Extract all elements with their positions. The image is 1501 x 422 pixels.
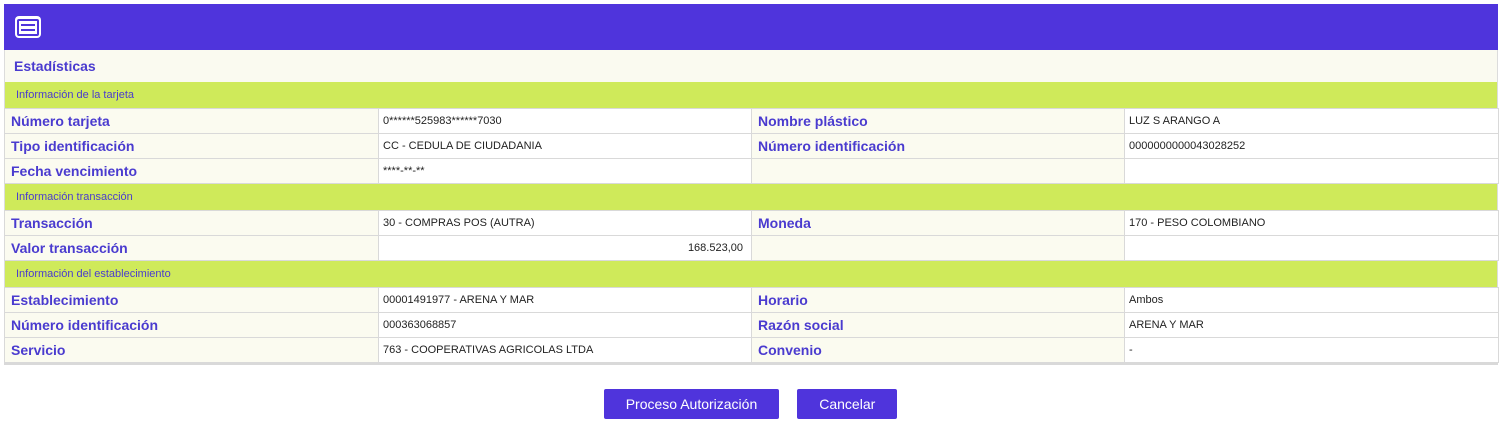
label-service: Servicio	[4, 337, 379, 363]
value-id-number: 0000000000043028252	[1124, 133, 1499, 159]
page-title-row: Estadísticas	[4, 50, 1498, 82]
table-row: Valor transacción 168.523,00	[4, 235, 1499, 261]
value-transaction: 30 - COMPRAS POS (AUTRA)	[378, 210, 752, 236]
table-row: Servicio 763 - COOPERATIVAS AGRICOLAS LT…	[4, 337, 1499, 363]
establishment-info-table: Establecimiento 00001491977 - ARENA Y MA…	[4, 287, 1499, 363]
empty-value-cell	[1124, 235, 1499, 261]
authorize-process-button[interactable]: Proceso Autorización	[603, 389, 780, 419]
label-expiry: Fecha vencimiento	[4, 158, 379, 184]
label-schedule: Horario	[751, 287, 1125, 313]
value-expiry: ****-**-**	[378, 158, 752, 184]
table-row: Establecimiento 00001491977 - ARENA Y MA…	[4, 287, 1499, 313]
table-row: Número identificación 000363068857 Razón…	[4, 312, 1499, 338]
divider	[4, 363, 1498, 365]
section-title: Información del establecimiento	[16, 268, 171, 280]
transaction-info-table: Transacción 30 - COMPRAS POS (AUTRA) Mon…	[4, 210, 1499, 261]
value-business-name: ARENA Y MAR	[1124, 312, 1499, 338]
label-amount: Valor transacción	[4, 235, 379, 261]
label-transaction: Transacción	[4, 210, 379, 236]
empty-label-cell	[751, 158, 1125, 184]
main-panel: Estadísticas Información de la tarjeta N…	[4, 4, 1499, 365]
label-establishment: Establecimiento	[4, 287, 379, 313]
empty-label-cell	[751, 235, 1125, 261]
value-amount: 168.523,00	[378, 235, 752, 261]
card-icon	[15, 16, 41, 38]
page-title: Estadísticas	[14, 58, 96, 74]
card-info-table: Número tarjeta 0******525983******7030 N…	[4, 108, 1499, 184]
label-agreement: Convenio	[751, 337, 1125, 363]
label-id-type: Tipo identificación	[4, 133, 379, 159]
value-currency: 170 - PESO COLOMBIANO	[1124, 210, 1499, 236]
cancel-button[interactable]: Cancelar	[797, 389, 898, 419]
value-est-id-number: 000363068857	[378, 312, 752, 338]
action-buttons: Proceso Autorización Cancelar	[0, 389, 1501, 419]
value-agreement: -	[1124, 337, 1499, 363]
table-row: Transacción 30 - COMPRAS POS (AUTRA) Mon…	[4, 210, 1499, 236]
section-card-header: Información de la tarjeta	[4, 82, 1498, 108]
table-row: Fecha vencimiento ****-**-**	[4, 158, 1499, 184]
value-establishment: 00001491977 - ARENA Y MAR	[378, 287, 752, 313]
label-currency: Moneda	[751, 210, 1125, 236]
value-schedule: Ambos	[1124, 287, 1499, 313]
label-card-number: Número tarjeta	[4, 108, 379, 134]
section-transaction-header: Información transacción	[4, 184, 1498, 210]
label-id-number: Número identificación	[751, 133, 1125, 159]
label-plastic-name: Nombre plástico	[751, 108, 1125, 134]
value-service: 763 - COOPERATIVAS AGRICOLAS LTDA	[378, 337, 752, 363]
label-est-id-number: Número identificación	[4, 312, 379, 338]
top-bar	[4, 4, 1498, 50]
table-row: Tipo identificación CC - CEDULA DE CIUDA…	[4, 133, 1499, 159]
value-id-type: CC - CEDULA DE CIUDADANIA	[378, 133, 752, 159]
value-plastic-name: LUZ S ARANGO A	[1124, 108, 1499, 134]
empty-value-cell	[1124, 158, 1499, 184]
section-title: Información transacción	[16, 191, 133, 203]
section-title: Información de la tarjeta	[16, 89, 135, 101]
section-establishment-header: Información del establecimiento	[4, 261, 1498, 287]
label-business-name: Razón social	[751, 312, 1125, 338]
value-card-number: 0******525983******7030	[378, 108, 752, 134]
table-row: Número tarjeta 0******525983******7030 N…	[4, 108, 1499, 134]
